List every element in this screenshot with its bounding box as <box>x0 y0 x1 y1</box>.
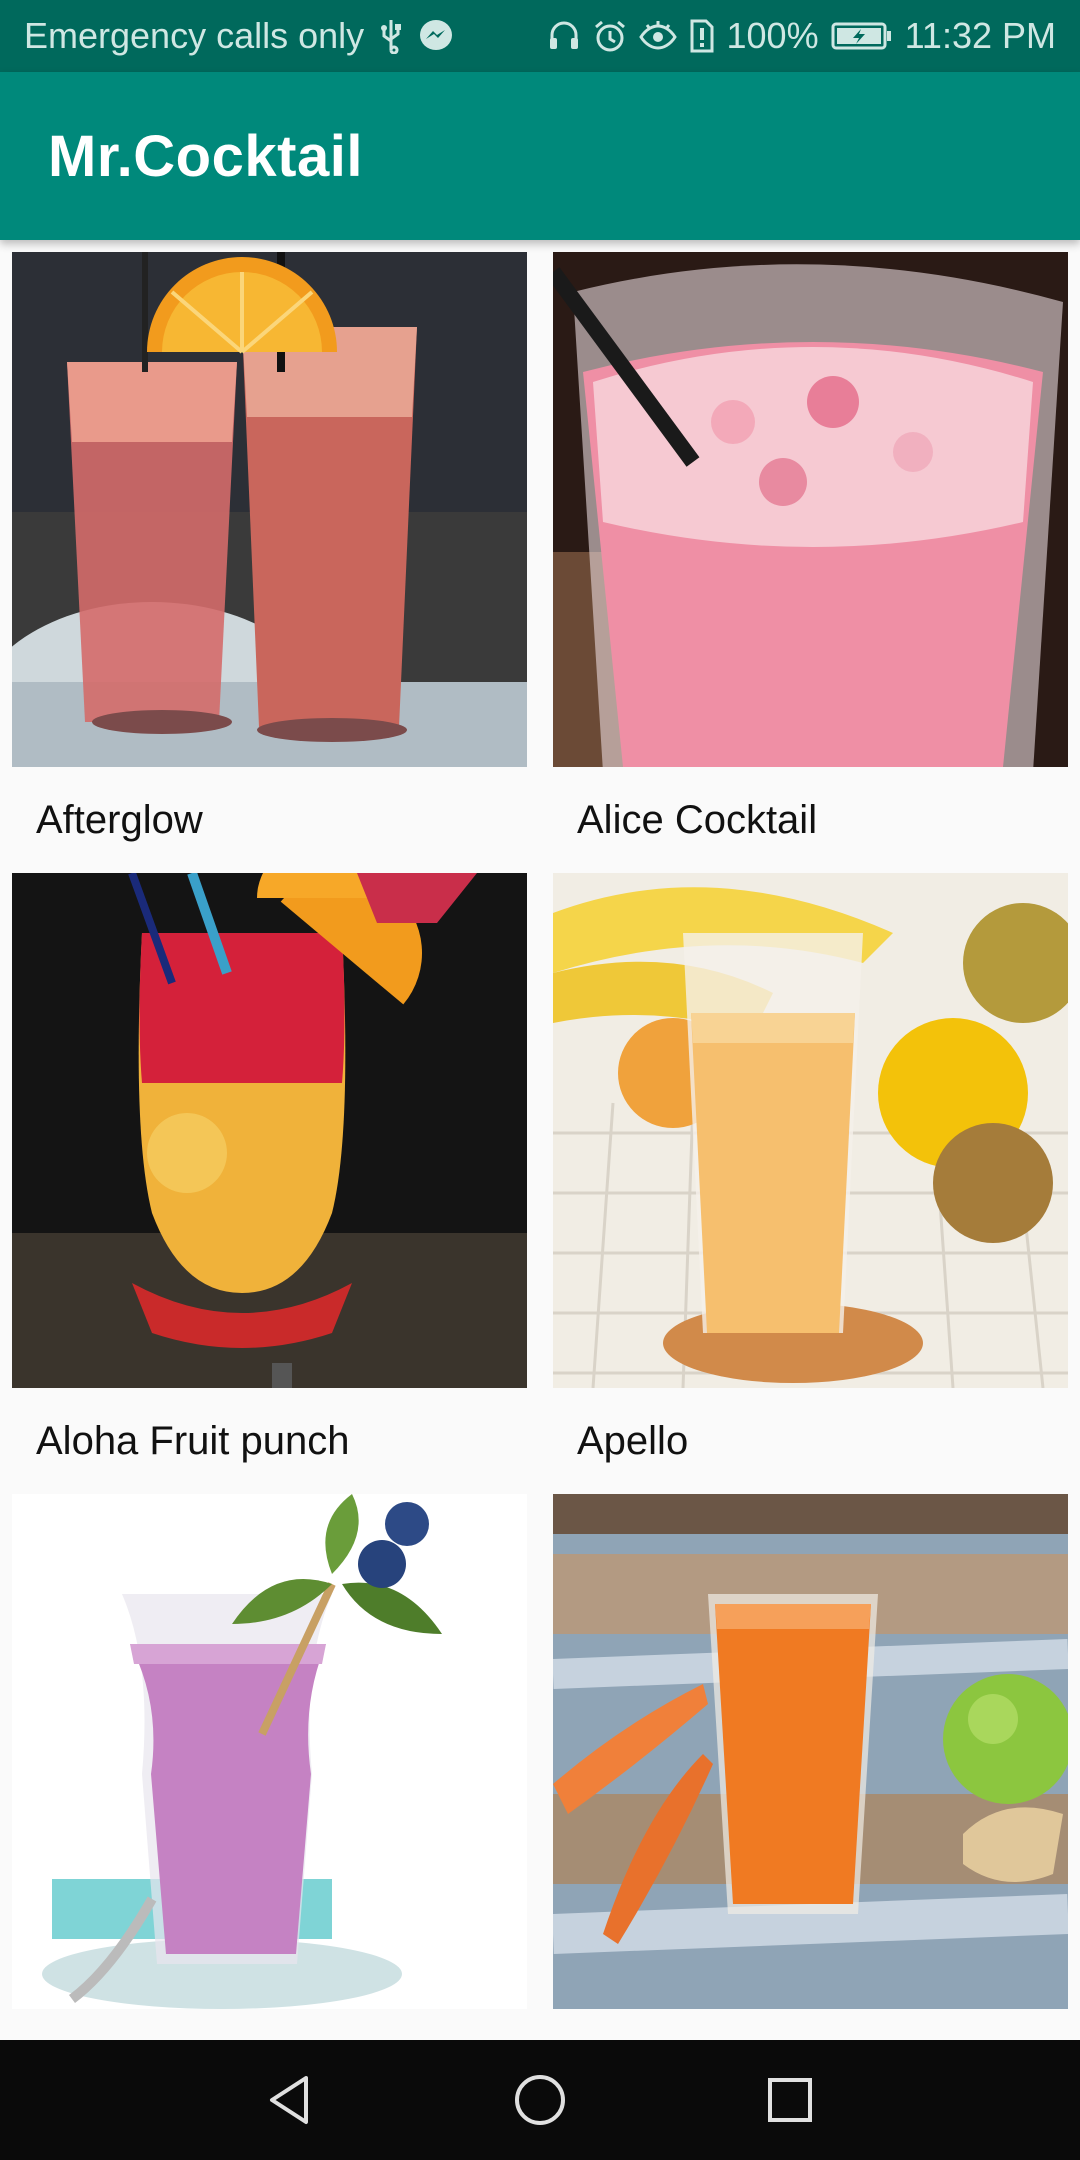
cocktail-image[interactable] <box>12 873 527 1388</box>
headset-icon <box>547 19 581 53</box>
storage-alert-icon <box>689 18 715 54</box>
cocktail-image[interactable] <box>553 1494 1068 2009</box>
back-triangle-icon <box>270 2076 308 2124</box>
alarm-icon <box>593 19 627 53</box>
cocktail-image[interactable] <box>553 873 1068 1388</box>
home-button[interactable] <box>500 2060 580 2140</box>
cocktail-image[interactable] <box>553 252 1068 767</box>
cocktail-name[interactable]: Aloha Fruit punch <box>12 1388 527 1494</box>
messenger-icon <box>418 18 454 54</box>
cocktail-card[interactable]: Afterglow <box>12 252 527 873</box>
cocktail-card[interactable]: Aloha Fruit punch <box>12 873 527 1494</box>
app-screen: Emergency calls only 100% 11:32 PM Mr.Co… <box>0 0 1080 2160</box>
cocktail-card[interactable] <box>553 1494 1068 2115</box>
back-button[interactable] <box>250 2060 330 2140</box>
battery-percent: 100% <box>726 15 819 56</box>
cocktail-name[interactable]: Apello <box>553 1388 1068 1494</box>
cocktail-card[interactable]: Alice Cocktail <box>553 252 1068 873</box>
usb-icon <box>378 18 404 54</box>
cocktail-image[interactable] <box>12 1494 527 2009</box>
eye-comfort-icon <box>638 19 677 53</box>
app-title: Mr.Cocktail <box>48 123 363 189</box>
navigation-bar <box>0 2040 1080 2160</box>
cocktail-name[interactable]: Alice Cocktail <box>553 767 1068 873</box>
cocktail-name[interactable]: Afterglow <box>12 767 527 873</box>
cocktail-card[interactable] <box>12 1494 527 2115</box>
status-bar: Emergency calls only 100% 11:32 PM <box>0 0 1080 72</box>
cocktail-grid: Afterglow Alice Cocktail Aloha Fruit pun… <box>12 252 1068 2115</box>
recents-button[interactable] <box>750 2060 830 2140</box>
cocktail-card[interactable]: Apello <box>553 873 1068 1494</box>
clock-time: 11:32 PM <box>904 15 1056 56</box>
cocktail-image[interactable] <box>12 252 527 767</box>
home-circle-icon <box>515 2075 565 2125</box>
carrier-status-text: Emergency calls only <box>24 15 365 56</box>
battery-charging-icon <box>831 21 893 51</box>
app-bar: Mr.Cocktail <box>0 72 1080 240</box>
recents-square-icon <box>768 2078 812 2122</box>
